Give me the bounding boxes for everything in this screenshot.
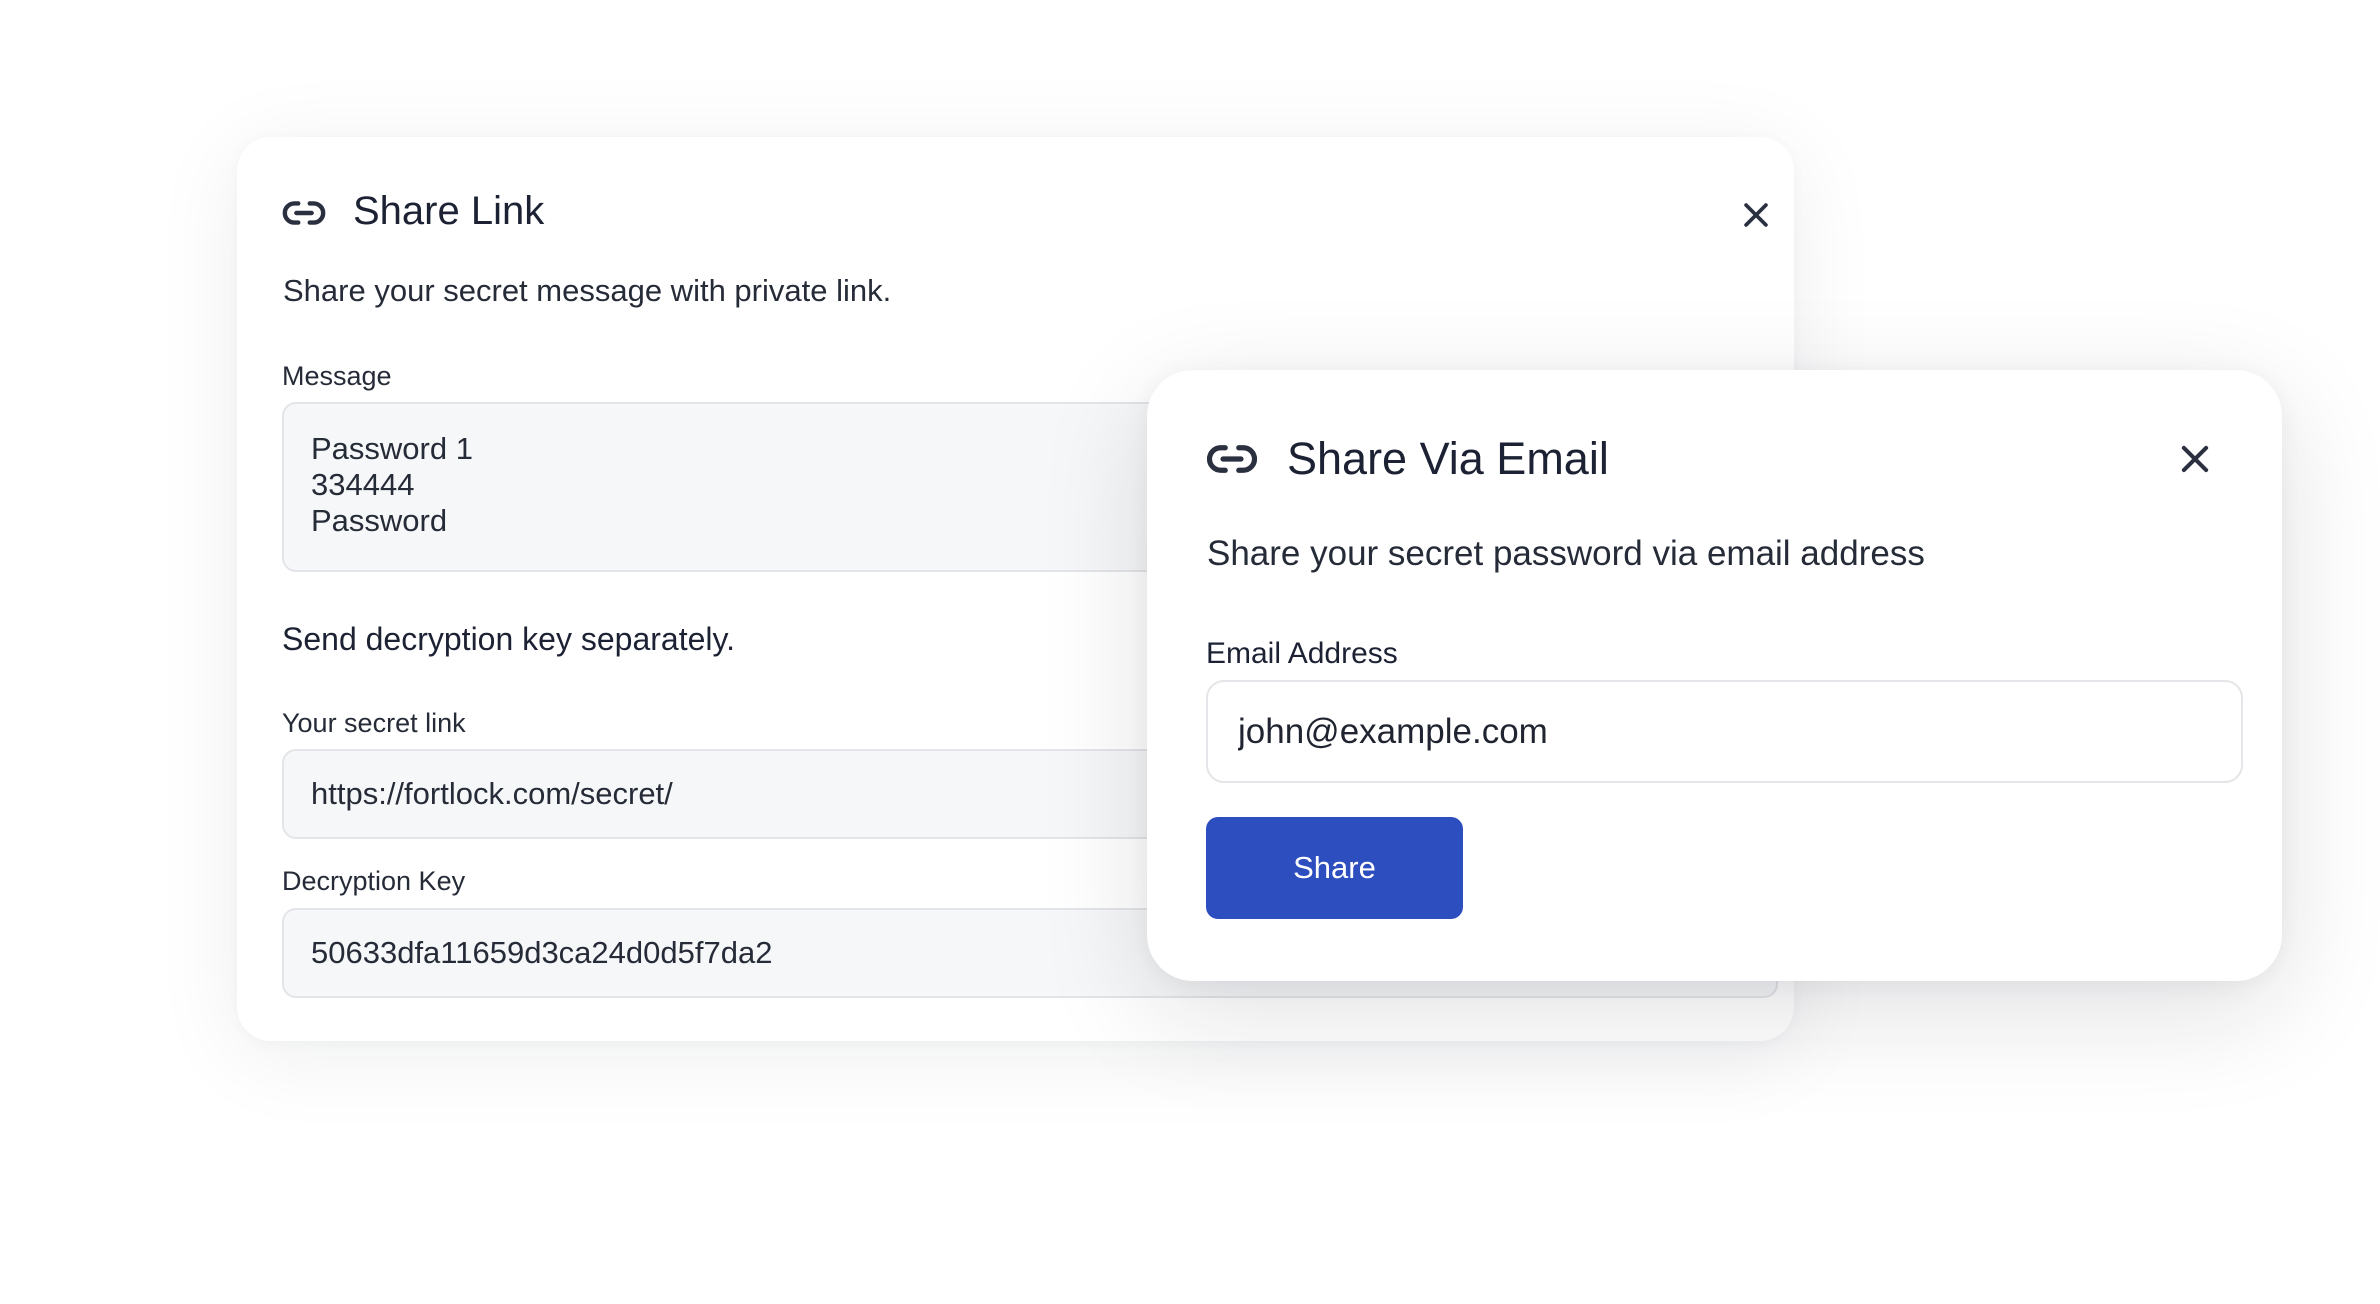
dialog-subtitle: Share your secret message with private l…: [283, 273, 892, 308]
email-label: Email Address: [1206, 637, 1398, 670]
share-button[interactable]: Share: [1206, 817, 1463, 919]
decryption-key-label: Decryption Key: [282, 866, 466, 896]
share-via-email-dialog: Share Via Email Share your secret passwo…: [1147, 370, 2282, 981]
dialog-subtitle: Share your secret password via email add…: [1207, 534, 1925, 573]
email-input[interactable]: [1206, 680, 2243, 783]
dialog-title: Share Via Email: [1287, 433, 1609, 484]
secret-link-label: Your secret link: [282, 708, 466, 738]
secret-link-value: https://fortlock.com/secret/: [311, 776, 673, 811]
decryption-key-note: Send decryption key separately.: [282, 621, 735, 657]
decryption-key-value: 50633dfa11659d3ca24d0d5f7da2: [311, 935, 773, 970]
message-label: Message: [282, 361, 392, 391]
link-icon: [281, 190, 327, 236]
link-icon: [1205, 432, 1259, 486]
close-icon[interactable]: [2173, 437, 2217, 481]
dialog-title: Share Link: [353, 189, 545, 233]
close-icon[interactable]: [1734, 193, 1778, 237]
